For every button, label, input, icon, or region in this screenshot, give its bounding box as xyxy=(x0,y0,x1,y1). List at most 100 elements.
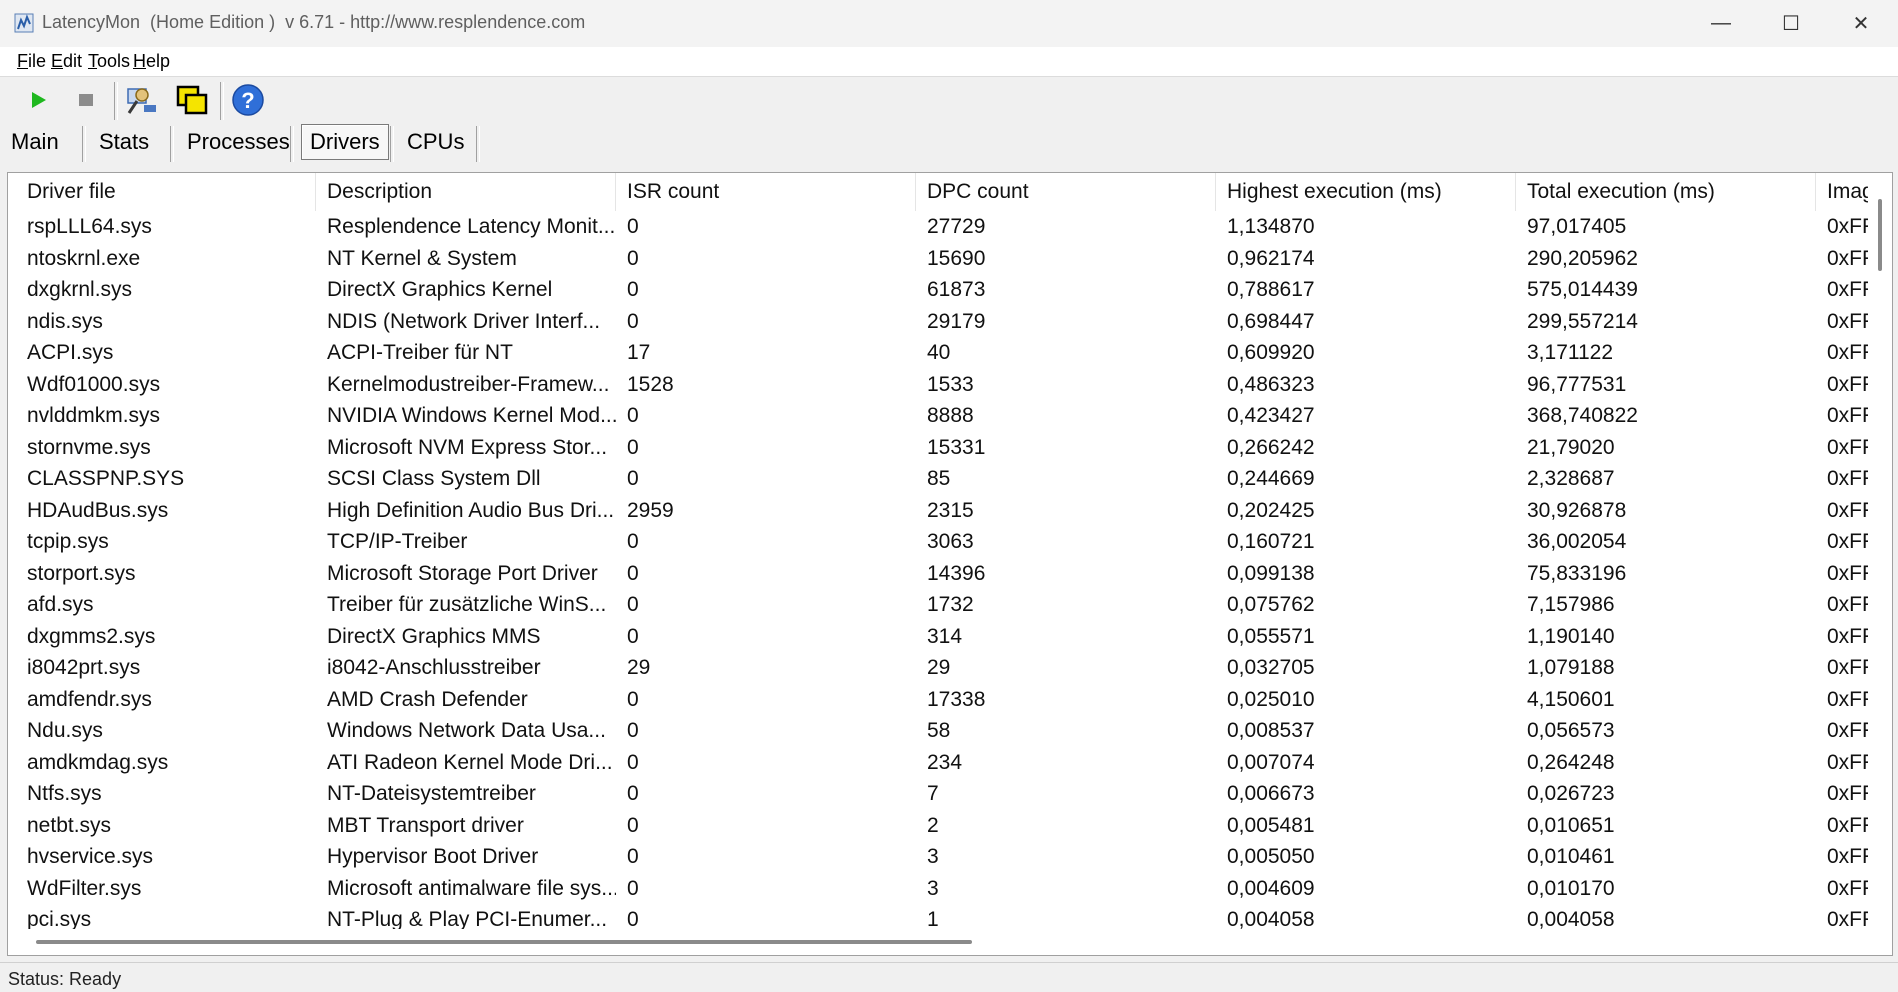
table-cell: amdkmdag.sys xyxy=(27,750,169,774)
table-cell: 0,010651 xyxy=(1527,813,1615,837)
table-row[interactable]: Ntfs.sys NT-Dateisystemtreiber 0 7 0,006673 0… xyxy=(8,778,1868,810)
table-cell: 2,328687 xyxy=(1527,467,1615,490)
table-cell: Microsoft Storage Port Driver xyxy=(327,561,598,585)
windows-button[interactable] xyxy=(174,82,210,118)
table-row[interactable]: dxgkrnl.sys DirectX Graphics Kernel 0 61873… xyxy=(8,274,1868,306)
table-cell: 1,190140 xyxy=(1527,624,1615,648)
table-row[interactable]: HDAudBus.sys High Definition Audio Bus Dr… xyxy=(8,495,1868,527)
table-cell: 234 xyxy=(927,750,963,774)
close-button[interactable]: ✕ xyxy=(1826,0,1896,47)
table-row[interactable]: ndis.sys NDIS (Network Driver Interf... 0 2… xyxy=(8,306,1868,338)
tab-processes[interactable]: Processes xyxy=(179,124,298,160)
table-cell: Treiber für zusätzliche WinS... xyxy=(327,593,607,616)
table-row[interactable]: tcpip.sys TCP/IP-Treiber 0 3063 0,160721 36,0… xyxy=(8,526,1868,558)
table-cell: 0xFF xyxy=(1827,908,1868,929)
table-cell: 0xFF xyxy=(1827,278,1868,301)
table-row[interactable]: CLASSPNP.SYS SCSI Class System Dll 0 85 0,24… xyxy=(8,463,1868,495)
table-cell: 0 xyxy=(627,908,639,929)
table-row[interactable]: WdFilter.sys Microsoft antimalware file s… xyxy=(8,873,1868,905)
table-row[interactable]: ACPI.sys ACPI-Treiber für NT 17 40 0,609920 3… xyxy=(8,337,1868,369)
stop-button[interactable] xyxy=(68,82,104,118)
table-cell: 0xFF xyxy=(1827,687,1868,711)
table-row[interactable]: afd.sys Treiber für zusätzliche WinS... 0 1… xyxy=(8,589,1868,621)
table-cell: 29 xyxy=(927,656,951,679)
horizontal-scroll-thumb[interactable] xyxy=(36,940,972,944)
column-header[interactable]: Description xyxy=(316,173,616,211)
table-cell: 0,056573 xyxy=(1527,719,1615,742)
table-row[interactable]: Ndu.sys Windows Network Data Usa... 0 58 0,0… xyxy=(8,715,1868,747)
table-cell: 0 xyxy=(627,876,639,900)
table-cell: 0,007074 xyxy=(1227,750,1315,774)
tab-main[interactable]: Main xyxy=(3,124,67,160)
maximize-button[interactable]: ☐ xyxy=(1756,0,1826,47)
column-header[interactable]: Driver file xyxy=(16,173,316,211)
menu-file[interactable]: File xyxy=(17,51,46,72)
analyze-button[interactable] xyxy=(124,82,160,118)
play-icon xyxy=(32,92,46,108)
table-row[interactable]: i8042prt.sys i8042-Anschlusstreiber 29 29 0,… xyxy=(8,652,1868,684)
column-header[interactable]: Imag xyxy=(1816,173,1876,211)
table-row[interactable]: hvservice.sys Hypervisor Boot Driver 0 3 0,0… xyxy=(8,841,1868,873)
table-cell: 0 xyxy=(627,561,639,585)
table-row[interactable]: pci.sys NT-Plug & Play PCI-Enumer... 0 1 0,0… xyxy=(8,904,1868,929)
table-row[interactable]: amdfendr.sys AMD Crash Defender 0 17338 0,02… xyxy=(8,684,1868,716)
table-row[interactable]: storport.sys Microsoft Storage Port Drive… xyxy=(8,558,1868,590)
table-row[interactable]: dxgmms2.sys DirectX Graphics MMS 0 314 0,055… xyxy=(8,621,1868,653)
column-header[interactable]: DPC count xyxy=(916,173,1216,211)
maximize-icon: ☐ xyxy=(1782,13,1800,35)
menu-help[interactable]: Help xyxy=(133,51,170,72)
table-cell: 1732 xyxy=(927,593,974,616)
tab-separator xyxy=(290,126,294,162)
table-row[interactable]: amdkmdag.sys ATI Radeon Kernel Mode Dri..… xyxy=(8,747,1868,779)
table-cell: ATI Radeon Kernel Mode Dri... xyxy=(327,750,613,774)
table-cell: Microsoft antimalware file sys... xyxy=(327,876,616,900)
menu-edit[interactable]: Edit xyxy=(51,51,82,72)
table-cell: 1,079188 xyxy=(1527,656,1615,679)
table-cell: 0 xyxy=(627,813,639,837)
table-cell: 299,557214 xyxy=(1527,309,1638,333)
table-cell: 61873 xyxy=(927,278,986,301)
table-cell: 0xFF xyxy=(1827,782,1868,805)
column-header[interactable]: Total execution (ms) xyxy=(1516,173,1816,211)
table-cell: 0 xyxy=(627,750,639,774)
table-cell: DirectX Graphics MMS xyxy=(327,624,541,648)
table-cell: 0xFF xyxy=(1827,750,1868,774)
column-header[interactable]: Highest execution (ms) xyxy=(1216,173,1516,211)
table-row[interactable]: stornvme.sys Microsoft NVM Express Stor..… xyxy=(8,432,1868,464)
table-cell: 0 xyxy=(627,687,639,711)
latencymon-app-icon xyxy=(14,13,34,33)
vertical-scroll-thumb[interactable] xyxy=(1878,199,1882,271)
start-button[interactable] xyxy=(20,82,56,118)
table-row[interactable]: rspLLL64.sys Resplendence Latency Monit..… xyxy=(8,211,1868,243)
minimize-button[interactable]: — xyxy=(1686,0,1756,47)
table-cell: 0 xyxy=(627,246,639,270)
menu-tools[interactable]: Tools xyxy=(88,51,130,72)
vertical-scrollbar[interactable] xyxy=(1868,173,1890,933)
tab-drivers[interactable]: Drivers xyxy=(301,124,389,160)
table-cell: 0,202425 xyxy=(1227,498,1315,522)
table-cell: 2315 xyxy=(927,498,974,522)
tab-cpus[interactable]: CPUs xyxy=(399,124,472,160)
table-cell: 1533 xyxy=(927,372,974,396)
table-cell: 0xFF xyxy=(1827,656,1868,679)
table-row[interactable]: netbt.sys MBT Transport driver 0 2 0,005481 0… xyxy=(8,810,1868,842)
table-cell: afd.sys xyxy=(27,593,94,616)
table-cell: 1 xyxy=(927,908,939,929)
tab-stats[interactable]: Stats xyxy=(91,124,157,160)
table-cell: 97,017405 xyxy=(1527,215,1627,238)
table-row[interactable]: nvlddmkm.sys NVIDIA Windows Kernel Mod...… xyxy=(8,400,1868,432)
table-cell: 0 xyxy=(627,530,639,553)
table-cell: 1528 xyxy=(627,372,674,396)
table-cell: 0xFF xyxy=(1827,246,1868,270)
table-cell: ACPI-Treiber für NT xyxy=(327,341,513,364)
table-row[interactable]: ntoskrnl.exe NT Kernel & System 0 15690 0,96… xyxy=(8,243,1868,275)
help-button[interactable]: ? xyxy=(230,82,266,118)
table-cell: stornvme.sys xyxy=(27,435,151,459)
table-cell: 17 xyxy=(627,341,651,364)
table-cell: Ntfs.sys xyxy=(27,782,102,805)
horizontal-scrollbar[interactable] xyxy=(8,929,1868,953)
column-header[interactable]: ISR count xyxy=(616,173,916,211)
status-bar: Status: Ready xyxy=(0,962,1898,992)
table-cell: 0xFF xyxy=(1827,813,1868,837)
table-row[interactable]: Wdf01000.sys Kernelmodustreiber-Framew...… xyxy=(8,369,1868,401)
